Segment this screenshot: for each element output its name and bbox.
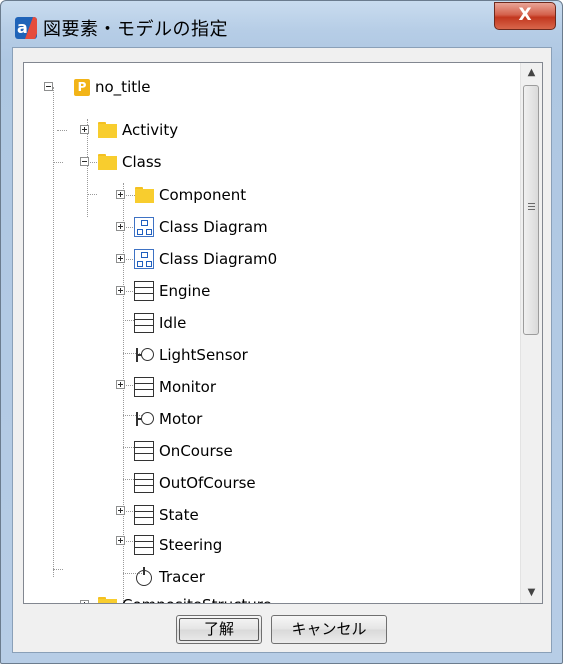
collapse-toggle-class[interactable] bbox=[80, 157, 89, 166]
class-icon bbox=[134, 377, 154, 397]
tree-node-label: LightSensor bbox=[159, 346, 248, 364]
tree-node-class[interactable]: Class bbox=[97, 146, 161, 178]
tree-node-label: Idle bbox=[159, 314, 187, 332]
folder-icon bbox=[97, 152, 117, 172]
collapse-toggle-no-title[interactable] bbox=[44, 82, 53, 91]
expand-toggle-composite-structure[interactable] bbox=[80, 600, 89, 603]
scroll-down-arrow-icon[interactable]: ▼ bbox=[521, 583, 542, 603]
tree-node-engine[interactable]: Engine bbox=[134, 275, 210, 307]
expand-toggle-activity[interactable] bbox=[80, 125, 89, 134]
tree-node-class-diagram0[interactable]: Class Diagram0 bbox=[134, 243, 277, 275]
expand-toggle-state[interactable] bbox=[116, 506, 125, 515]
tree-node-label: Tracer bbox=[159, 568, 205, 586]
class-diagram-icon bbox=[134, 249, 154, 269]
tree-node-motor[interactable]: Motor bbox=[134, 403, 202, 435]
title-bar[interactable]: a 図要素・モデルの指定 X bbox=[1, 1, 562, 47]
tree-node-no-title[interactable]: P no_title bbox=[74, 71, 151, 103]
tree-node-label: Steering bbox=[159, 536, 223, 554]
tree-node-oncourse[interactable]: OnCourse bbox=[134, 435, 233, 467]
expand-toggle-component[interactable] bbox=[116, 190, 125, 199]
interface-icon bbox=[134, 409, 154, 429]
tree-node-label: Class bbox=[122, 153, 162, 171]
class-icon bbox=[134, 313, 154, 333]
cancel-button[interactable]: キャンセル bbox=[271, 615, 387, 644]
class-icon bbox=[134, 441, 154, 461]
tree-connector bbox=[53, 162, 63, 163]
folder-icon bbox=[134, 185, 154, 205]
tree-node-label: Component bbox=[159, 186, 247, 204]
class-icon bbox=[134, 473, 154, 493]
tree-node-label: Class Diagram0 bbox=[159, 250, 278, 268]
expand-toggle-class-diagram[interactable] bbox=[116, 222, 125, 231]
tree-node-monitor[interactable]: Monitor bbox=[134, 371, 216, 403]
tree-node-state[interactable]: State bbox=[134, 499, 199, 531]
tree-node-label: Motor bbox=[159, 410, 203, 428]
tree-node-label: no_title bbox=[95, 78, 151, 96]
folder-icon bbox=[97, 595, 117, 603]
tree-node-lightsensor[interactable]: LightSensor bbox=[134, 339, 248, 371]
tree-node-composite-structure[interactable]: CompositeStructure bbox=[97, 589, 272, 603]
tree-connector bbox=[53, 569, 63, 570]
model-tree[interactable]: P no_title Activity Class Component Clas… bbox=[24, 63, 520, 603]
cancel-button-label: キャンセル bbox=[291, 620, 367, 638]
tree-node-label: OutOfCourse bbox=[159, 474, 256, 492]
scroll-up-arrow-icon[interactable]: ▲ bbox=[521, 63, 542, 83]
tree-node-label: CompositeStructure bbox=[122, 596, 272, 603]
vertical-scrollbar[interactable]: ▲ ▼ bbox=[520, 63, 542, 603]
dialog-window: a 図要素・モデルの指定 X P no_title Activity Class… bbox=[0, 0, 563, 664]
tree-connector bbox=[87, 194, 97, 195]
tree-node-outofcourse[interactable]: OutOfCourse bbox=[134, 467, 256, 499]
class-diagram-icon bbox=[134, 217, 154, 237]
tree-node-label: Engine bbox=[159, 282, 211, 300]
class-icon bbox=[134, 505, 154, 525]
folder-icon bbox=[97, 120, 117, 140]
project-icon: P bbox=[74, 78, 90, 96]
class-icon bbox=[134, 281, 154, 301]
expand-toggle-engine[interactable] bbox=[116, 286, 125, 295]
tree-connector bbox=[57, 130, 67, 131]
scrollbar-thumb[interactable] bbox=[523, 85, 539, 335]
tree-node-activity[interactable]: Activity bbox=[97, 114, 178, 146]
tree-node-label: Activity bbox=[122, 121, 179, 139]
class-icon bbox=[134, 535, 154, 555]
tree-node-label: OnCourse bbox=[159, 442, 233, 460]
tree-node-steering[interactable]: Steering bbox=[134, 529, 222, 561]
tree-node-class-diagram[interactable]: Class Diagram bbox=[134, 211, 268, 243]
tree-connector bbox=[53, 87, 54, 577]
expand-toggle-steering[interactable] bbox=[116, 536, 125, 545]
close-button[interactable]: X bbox=[494, 2, 556, 30]
tree-node-label: Monitor bbox=[159, 378, 217, 396]
expand-toggle-class-diagram0[interactable] bbox=[116, 254, 125, 263]
tree-node-label: State bbox=[159, 506, 199, 524]
tree-node-component[interactable]: Component bbox=[134, 179, 246, 211]
dialog-body: P no_title Activity Class Component Clas… bbox=[12, 47, 552, 653]
tree-node-idle[interactable]: Idle bbox=[134, 307, 186, 339]
expand-toggle-monitor[interactable] bbox=[116, 380, 125, 389]
app-icon: a bbox=[15, 17, 37, 39]
ok-button[interactable]: 了解 bbox=[176, 615, 262, 644]
interface-icon bbox=[134, 345, 154, 365]
timer-icon bbox=[134, 567, 154, 587]
tree-node-label: Class Diagram bbox=[159, 218, 268, 236]
dialog-title: 図要素・モデルの指定 bbox=[43, 19, 228, 40]
model-tree-panel: P no_title Activity Class Component Clas… bbox=[23, 62, 543, 604]
grip-icon bbox=[528, 203, 535, 212]
